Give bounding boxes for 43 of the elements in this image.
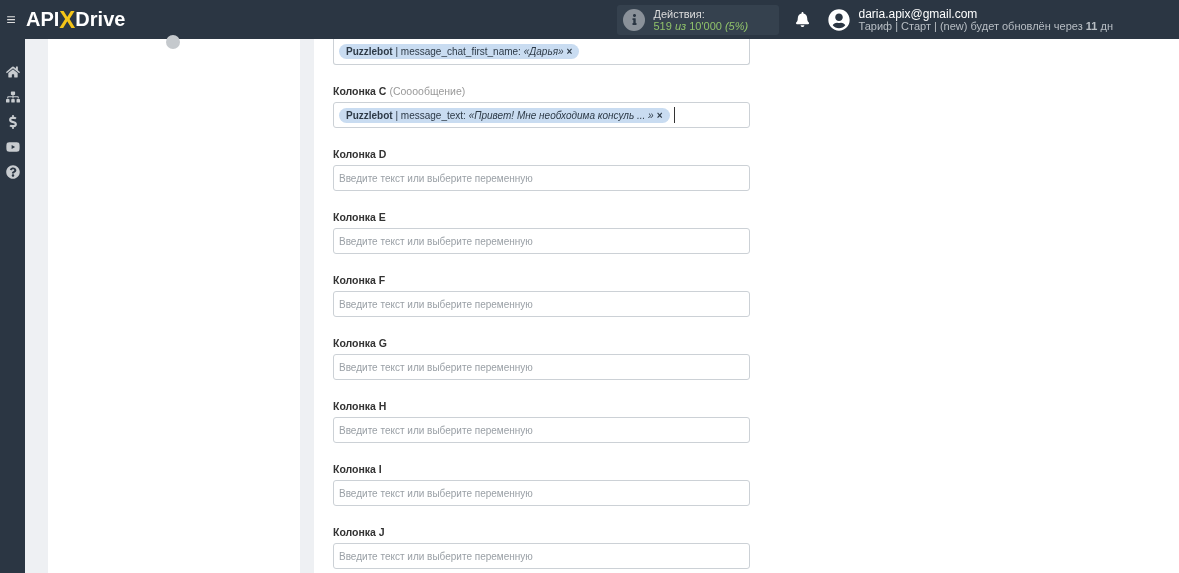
placeholder-text: Введите текст или выберите переменную [339,298,533,310]
input-field[interactable]: Введите текст или выберите переменную [333,228,750,254]
input-field[interactable]: Введите текст или выберите переменную [333,291,750,317]
remove-icon[interactable]: × [566,46,573,57]
input-field[interactable]: Puzzlebot | message_chat_first_name: «Дарья» × [333,39,750,65]
field-label: Колонка E [333,211,386,223]
field-label: Колонка F [333,274,386,286]
input-field[interactable]: Puzzlebot | message_text: «Привет! Мне необходима консуль ... » × [333,102,750,128]
input-field[interactable]: Введите текст или выберите переменную [333,480,750,506]
help-icon[interactable] [5,165,20,179]
tag-text: Puzzlebot | message_chat_first_name: «Дарья» [346,46,564,57]
placeholder-text: Введите текст или выберите переменную [339,487,533,499]
home-icon[interactable] [5,65,20,79]
avatar-icon[interactable] [828,8,851,31]
field-label: Колонка D [333,148,387,160]
info-icon [623,8,646,31]
field-label: Колонка G [333,337,388,349]
actions-count: 519 из 10'000 (5%) [653,19,749,32]
field-label: Колонка I [333,463,382,475]
field-hint: (Сооообщение) [389,85,466,97]
field-label: Колонка C [333,85,387,97]
bell-icon[interactable] [795,12,811,27]
field-label: Колонка J [333,526,385,538]
placeholder-text: Введите текст или выберите переменную [339,424,533,436]
remove-icon[interactable]: × [656,109,663,121]
input-field[interactable]: Введите текст или выберите переменную [333,543,750,569]
input-field[interactable]: Введите текст или выберите переменную [333,165,750,191]
step-dot [166,35,180,49]
logo[interactable]: APIXDrive [26,5,126,34]
placeholder-text: Введите текст или выберите переменную [339,172,533,184]
input-field[interactable]: Введите текст или выберите переменную [333,417,750,443]
input-field[interactable]: Введите текст или выберите переменную [333,354,750,380]
field-label: Колонка H [333,400,387,412]
video-icon[interactable] [5,140,20,154]
user-email: daria.apix@gmail.com [858,7,979,20]
placeholder-text: Введите текст или выберите переменную [339,235,533,247]
plan-info: Тариф | Старт | (new) будет обновлён через 11 дн [858,19,1113,32]
menu-icon[interactable]: ≡ [0,10,22,29]
placeholder-text: Введите текст или выберите переменную [339,361,533,373]
tag-text: Puzzlebot | message_text: «Привет! Мне необходима консуль ... » [346,109,654,121]
actions-label: Действия: [653,7,706,20]
placeholder-text: Введите текст или выберите переменную [339,550,533,562]
sitemap-icon[interactable] [5,90,20,104]
